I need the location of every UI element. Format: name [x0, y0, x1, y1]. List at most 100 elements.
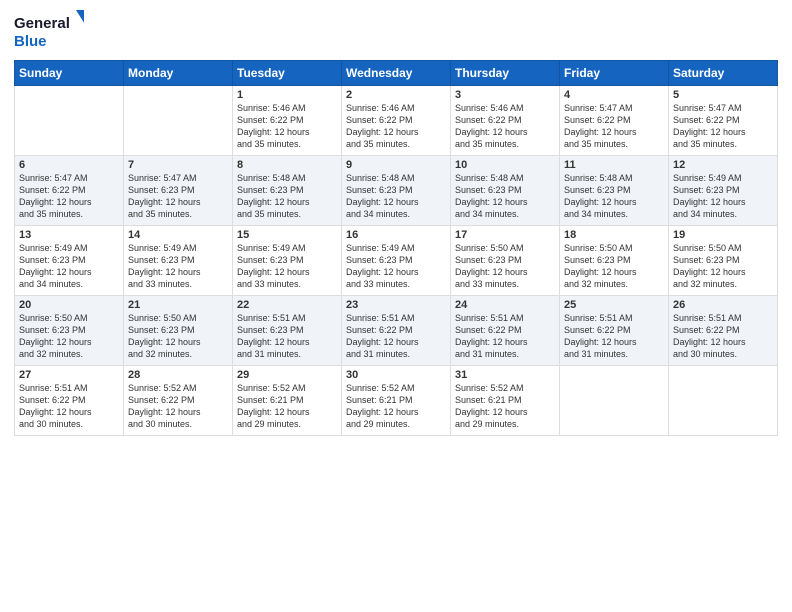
- day-info: Sunrise: 5:50 AM Sunset: 6:23 PM Dayligh…: [455, 242, 555, 291]
- day-info: Sunrise: 5:50 AM Sunset: 6:23 PM Dayligh…: [564, 242, 664, 291]
- day-info: Sunrise: 5:51 AM Sunset: 6:22 PM Dayligh…: [673, 312, 773, 361]
- day-number: 3: [455, 89, 555, 101]
- calendar-cell: 22Sunrise: 5:51 AM Sunset: 6:23 PM Dayli…: [233, 296, 342, 366]
- day-number: 29: [237, 369, 337, 381]
- day-info: Sunrise: 5:51 AM Sunset: 6:22 PM Dayligh…: [455, 312, 555, 361]
- calendar-cell: 4Sunrise: 5:47 AM Sunset: 6:22 PM Daylig…: [560, 86, 669, 156]
- day-info: Sunrise: 5:51 AM Sunset: 6:22 PM Dayligh…: [346, 312, 446, 361]
- day-info: Sunrise: 5:50 AM Sunset: 6:23 PM Dayligh…: [19, 312, 119, 361]
- calendar-cell: 17Sunrise: 5:50 AM Sunset: 6:23 PM Dayli…: [451, 226, 560, 296]
- day-number: 9: [346, 159, 446, 171]
- calendar-cell: [560, 366, 669, 436]
- calendar-cell: 27Sunrise: 5:51 AM Sunset: 6:22 PM Dayli…: [15, 366, 124, 436]
- calendar-cell: [124, 86, 233, 156]
- day-info: Sunrise: 5:46 AM Sunset: 6:22 PM Dayligh…: [237, 102, 337, 151]
- calendar-cell: 10Sunrise: 5:48 AM Sunset: 6:23 PM Dayli…: [451, 156, 560, 226]
- day-number: 15: [237, 229, 337, 241]
- day-number: 13: [19, 229, 119, 241]
- day-info: Sunrise: 5:47 AM Sunset: 6:22 PM Dayligh…: [673, 102, 773, 151]
- day-info: Sunrise: 5:48 AM Sunset: 6:23 PM Dayligh…: [455, 172, 555, 221]
- day-info: Sunrise: 5:49 AM Sunset: 6:23 PM Dayligh…: [673, 172, 773, 221]
- calendar-cell: 18Sunrise: 5:50 AM Sunset: 6:23 PM Dayli…: [560, 226, 669, 296]
- calendar-cell: 5Sunrise: 5:47 AM Sunset: 6:22 PM Daylig…: [669, 86, 778, 156]
- calendar-cell: 21Sunrise: 5:50 AM Sunset: 6:23 PM Dayli…: [124, 296, 233, 366]
- day-info: Sunrise: 5:51 AM Sunset: 6:23 PM Dayligh…: [237, 312, 337, 361]
- page-header: General Blue: [14, 10, 778, 52]
- weekday-tuesday: Tuesday: [233, 61, 342, 86]
- logo: General Blue: [14, 10, 84, 52]
- calendar-cell: 26Sunrise: 5:51 AM Sunset: 6:22 PM Dayli…: [669, 296, 778, 366]
- day-number: 6: [19, 159, 119, 171]
- day-number: 30: [346, 369, 446, 381]
- day-number: 16: [346, 229, 446, 241]
- day-info: Sunrise: 5:48 AM Sunset: 6:23 PM Dayligh…: [346, 172, 446, 221]
- day-info: Sunrise: 5:47 AM Sunset: 6:22 PM Dayligh…: [19, 172, 119, 221]
- calendar-cell: 1Sunrise: 5:46 AM Sunset: 6:22 PM Daylig…: [233, 86, 342, 156]
- calendar-cell: 31Sunrise: 5:52 AM Sunset: 6:21 PM Dayli…: [451, 366, 560, 436]
- day-info: Sunrise: 5:48 AM Sunset: 6:23 PM Dayligh…: [564, 172, 664, 221]
- day-info: Sunrise: 5:46 AM Sunset: 6:22 PM Dayligh…: [455, 102, 555, 151]
- weekday-sunday: Sunday: [15, 61, 124, 86]
- day-number: 4: [564, 89, 664, 101]
- week-row-1: 1Sunrise: 5:46 AM Sunset: 6:22 PM Daylig…: [15, 86, 778, 156]
- weekday-wednesday: Wednesday: [342, 61, 451, 86]
- calendar-body: 1Sunrise: 5:46 AM Sunset: 6:22 PM Daylig…: [15, 86, 778, 436]
- day-info: Sunrise: 5:52 AM Sunset: 6:21 PM Dayligh…: [237, 382, 337, 431]
- svg-text:General: General: [14, 15, 70, 32]
- day-number: 25: [564, 299, 664, 311]
- calendar-cell: 9Sunrise: 5:48 AM Sunset: 6:23 PM Daylig…: [342, 156, 451, 226]
- calendar-cell: 16Sunrise: 5:49 AM Sunset: 6:23 PM Dayli…: [342, 226, 451, 296]
- weekday-saturday: Saturday: [669, 61, 778, 86]
- day-number: 22: [237, 299, 337, 311]
- day-number: 1: [237, 89, 337, 101]
- week-row-3: 13 Sunrise: 5:49 AM Sunset: 6:23 PM Dayli…: [15, 226, 778, 296]
- day-info: Sunrise: 5:46 AM Sunset: 6:22 PM Dayligh…: [346, 102, 446, 151]
- day-number: 5: [673, 89, 773, 101]
- calendar-cell: 19Sunrise: 5:50 AM Sunset: 6:23 PM Dayli…: [669, 226, 778, 296]
- week-row-2: 6Sunrise: 5:47 AM Sunset: 6:22 PM Daylig…: [15, 156, 778, 226]
- day-number: 17: [455, 229, 555, 241]
- weekday-header-row: SundayMondayTuesdayWednesdayThursdayFrid…: [15, 61, 778, 86]
- day-info: Sunrise: 5:48 AM Sunset: 6:23 PM Dayligh…: [237, 172, 337, 221]
- calendar-cell: 3Sunrise: 5:46 AM Sunset: 6:22 PM Daylig…: [451, 86, 560, 156]
- weekday-monday: Monday: [124, 61, 233, 86]
- day-info: Sunrise: 5:47 AM Sunset: 6:22 PM Dayligh…: [564, 102, 664, 151]
- day-info: Sunrise: 5:49 AM Sunset: 6:23 PM Dayligh…: [128, 242, 228, 291]
- weekday-friday: Friday: [560, 61, 669, 86]
- calendar-cell: 28Sunrise: 5:52 AM Sunset: 6:22 PM Dayli…: [124, 366, 233, 436]
- day-info: Sunrise: 5:51 AM Sunset: 6:22 PM Dayligh…: [19, 382, 119, 431]
- day-info: Sunrise: 5:50 AM Sunset: 6:23 PM Dayligh…: [128, 312, 228, 361]
- day-number: 27: [19, 369, 119, 381]
- calendar-cell: [669, 366, 778, 436]
- calendar-cell: 15Sunrise: 5:49 AM Sunset: 6:23 PM Dayli…: [233, 226, 342, 296]
- calendar-cell: 14Sunrise: 5:49 AM Sunset: 6:23 PM Dayli…: [124, 226, 233, 296]
- calendar-cell: 29Sunrise: 5:52 AM Sunset: 6:21 PM Dayli…: [233, 366, 342, 436]
- day-info: Sunrise: 5:47 AM Sunset: 6:23 PM Dayligh…: [128, 172, 228, 221]
- logo-svg: General Blue: [14, 10, 84, 52]
- calendar-cell: 12Sunrise: 5:49 AM Sunset: 6:23 PM Dayli…: [669, 156, 778, 226]
- calendar-cell: 8Sunrise: 5:48 AM Sunset: 6:23 PM Daylig…: [233, 156, 342, 226]
- svg-text:Blue: Blue: [14, 33, 47, 50]
- day-number: 10: [455, 159, 555, 171]
- day-number: 26: [673, 299, 773, 311]
- day-info: Sunrise: 5:49 AM Sunset: 6:23 PM Dayligh…: [237, 242, 337, 291]
- day-number: 21: [128, 299, 228, 311]
- calendar-cell: 20Sunrise: 5:50 AM Sunset: 6:23 PM Dayli…: [15, 296, 124, 366]
- day-info: Sunrise: 5:50 AM Sunset: 6:23 PM Dayligh…: [673, 242, 773, 291]
- calendar-cell: 25Sunrise: 5:51 AM Sunset: 6:22 PM Dayli…: [560, 296, 669, 366]
- calendar-cell: 13Sunrise: 5:49 AM Sunset: 6:23 PM Dayli…: [15, 226, 124, 296]
- day-number: 28: [128, 369, 228, 381]
- day-number: 11: [564, 159, 664, 171]
- day-info: Sunrise: 5:49 AM Sunset: 6:23 PM Dayligh…: [346, 242, 446, 291]
- day-info: Sunrise: 5:52 AM Sunset: 6:22 PM Dayligh…: [128, 382, 228, 431]
- day-info: Sunrise: 5:51 AM Sunset: 6:22 PM Dayligh…: [564, 312, 664, 361]
- week-row-5: 27Sunrise: 5:51 AM Sunset: 6:22 PM Dayli…: [15, 366, 778, 436]
- day-number: 7: [128, 159, 228, 171]
- calendar-cell: 6Sunrise: 5:47 AM Sunset: 6:22 PM Daylig…: [15, 156, 124, 226]
- day-number: 2: [346, 89, 446, 101]
- day-number: 20: [19, 299, 119, 311]
- day-number: 31: [455, 369, 555, 381]
- day-info: Sunrise: 5:52 AM Sunset: 6:21 PM Dayligh…: [455, 382, 555, 431]
- calendar-cell: 23Sunrise: 5:51 AM Sunset: 6:22 PM Dayli…: [342, 296, 451, 366]
- day-info: Sunrise: 5:52 AM Sunset: 6:21 PM Dayligh…: [346, 382, 446, 431]
